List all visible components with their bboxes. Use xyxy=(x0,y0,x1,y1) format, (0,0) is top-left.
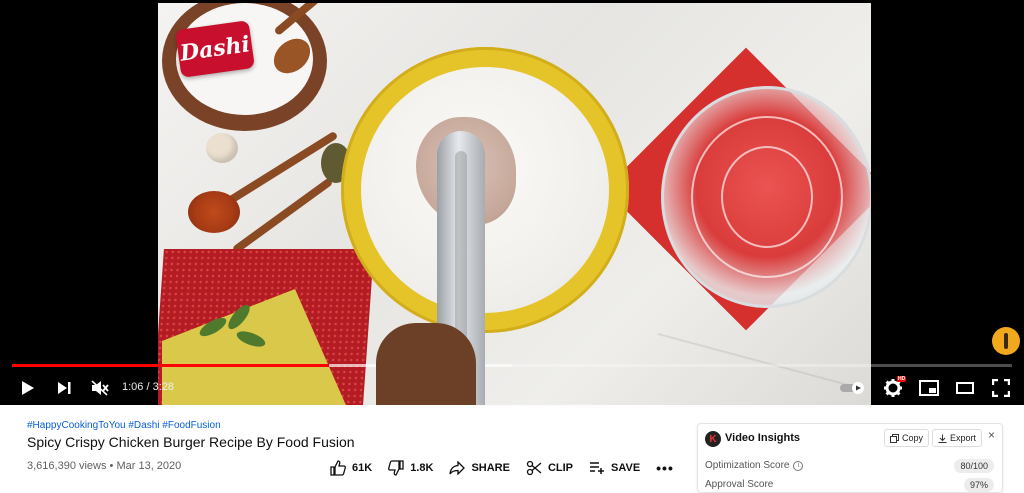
autoplay-toggle[interactable] xyxy=(838,370,868,405)
theater-mode-button[interactable] xyxy=(952,370,978,405)
time-display: 1:06 / 3:28 xyxy=(122,381,174,393)
approval-score-badge: 97% xyxy=(963,478,994,492)
copy-label: Copy xyxy=(902,433,924,443)
clip-label: CLIP xyxy=(547,462,574,474)
more-actions-button[interactable]: ••• xyxy=(656,458,674,478)
play-button[interactable] xyxy=(14,370,42,405)
insights-row-label: Optimization Score xyxy=(705,460,790,471)
dislike-count: 1.8K xyxy=(410,462,434,474)
theater-mode-icon xyxy=(956,381,974,394)
like-count: 61K xyxy=(352,462,373,474)
hashtags[interactable]: #HappyCookingToYou #Dashi #FoodFusion xyxy=(27,420,221,431)
miniplayer-icon xyxy=(919,379,939,396)
hd-badge: HD xyxy=(897,376,907,382)
playlist-add-icon xyxy=(590,462,605,474)
video-title: Spicy Crispy Chicken Burger Recipe By Fo… xyxy=(27,434,355,450)
autoplay-toggle-icon xyxy=(840,381,864,394)
garlic-clove xyxy=(206,133,238,163)
progress-bar[interactable] xyxy=(12,364,1012,367)
view-count-date: 3,616,390 views • Mar 13, 2020 xyxy=(27,460,182,472)
settings-button[interactable]: HD xyxy=(880,370,907,405)
brand-logo: Dashi xyxy=(175,20,255,78)
close-icon[interactable]: × xyxy=(988,428,995,442)
player-controls: 1:06 / 3:28 HD xyxy=(0,370,1024,405)
insights-title: Video Insights xyxy=(725,432,800,444)
share-label: SHARE xyxy=(471,462,510,474)
copy-button[interactable]: Copy xyxy=(884,429,930,447)
dislike-button[interactable]: 1.8K xyxy=(388,458,433,478)
copy-icon xyxy=(890,433,899,443)
thumbs-up-icon xyxy=(330,460,346,476)
fullscreen-icon xyxy=(992,378,1010,397)
play-icon xyxy=(22,380,34,395)
scissors-icon xyxy=(526,460,542,476)
video-details: #HappyCookingToYou #Dashi #FoodFusion Sp… xyxy=(0,405,1024,493)
mute-button[interactable] xyxy=(88,370,112,405)
insights-logo-icon: K xyxy=(705,431,721,447)
chili-flakes-spoon xyxy=(188,191,240,233)
thumbs-down-icon xyxy=(388,460,404,476)
export-label: Export xyxy=(950,433,977,443)
video-frame[interactable]: Dashi xyxy=(158,3,871,405)
share-icon xyxy=(449,461,466,475)
next-button[interactable] xyxy=(52,370,76,405)
hand xyxy=(376,323,476,405)
info-icon[interactable]: i xyxy=(793,460,804,471)
download-icon xyxy=(938,434,947,443)
glass-bowl-ring xyxy=(721,146,813,248)
export-button[interactable]: Export xyxy=(932,429,983,447)
clip-button[interactable]: CLIP xyxy=(526,458,573,478)
like-button[interactable]: 61K xyxy=(330,458,372,478)
save-label: SAVE xyxy=(611,462,641,474)
action-bar: 61K 1.8K SHARE CLIP SAVE ••• xyxy=(330,458,690,478)
miniplayer-button[interactable] xyxy=(916,370,942,405)
more-icon: ••• xyxy=(656,460,674,476)
video-insights-panel: K Video Insights Copy Export × Optimizat… xyxy=(697,423,1003,493)
next-icon xyxy=(58,381,71,394)
insights-row: Optimization Score i xyxy=(705,460,995,471)
channel-watermark-icon[interactable] xyxy=(992,327,1020,355)
optimization-score-badge: 80/100 xyxy=(954,459,994,473)
save-button[interactable]: SAVE xyxy=(589,458,640,478)
progress-played xyxy=(12,364,329,367)
share-button[interactable]: SHARE xyxy=(449,458,510,478)
volume-muted-icon xyxy=(91,379,109,396)
video-player[interactable]: Dashi 1:06 / 3:28 HD xyxy=(0,0,1024,405)
fullscreen-button[interactable] xyxy=(988,370,1014,405)
